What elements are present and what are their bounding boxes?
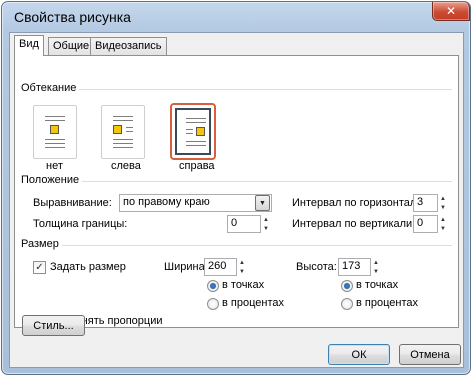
wrap-left-button[interactable] — [101, 105, 145, 159]
check-icon: ✓ — [35, 262, 44, 273]
spin-up-icon[interactable]: ▲ — [237, 258, 247, 267]
width-unit-percent-label: в процентах — [222, 297, 284, 309]
tab-panel: Обтекание нет слева справа Положение Выр… — [14, 55, 459, 328]
height-unit-percent-label: в процентах — [356, 297, 418, 309]
wrapping-group-label: Обтекание — [21, 82, 80, 94]
height-unit-points-radio[interactable] — [341, 280, 353, 292]
spin-down-icon[interactable]: ▼ — [237, 267, 247, 276]
border-width-label: Толщина границы: — [33, 218, 128, 230]
wrap-left-icon — [113, 116, 133, 148]
tab-vid[interactable]: Вид — [14, 35, 44, 56]
position-group-label: Положение — [21, 174, 83, 186]
hspace-spinner[interactable]: ▲ ▼ — [438, 194, 448, 212]
vspace-label: Интервал по вертикали: — [292, 218, 416, 230]
width-spinner[interactable]: ▲ ▼ — [237, 258, 247, 276]
alignment-label: Выравнивание: — [33, 197, 112, 209]
vspace-spinner[interactable]: ▲ ▼ — [438, 215, 448, 233]
spin-down-icon[interactable]: ▼ — [261, 224, 271, 233]
spin-up-icon[interactable]: ▲ — [371, 258, 381, 267]
height-spinner[interactable]: ▲ ▼ — [371, 258, 381, 276]
height-label: Высота: — [296, 261, 337, 273]
spin-down-icon[interactable]: ▼ — [438, 203, 448, 212]
border-width-input[interactable]: 0 — [227, 215, 261, 233]
wrap-right-icon — [186, 118, 206, 150]
spin-up-icon[interactable]: ▲ — [438, 215, 448, 224]
wrap-none-icon — [45, 116, 65, 148]
height-unit-points-label: в точках — [356, 279, 399, 291]
height-input[interactable]: 173 — [338, 258, 371, 276]
group-divider — [21, 245, 452, 246]
spin-down-icon[interactable]: ▼ — [371, 267, 381, 276]
group-divider — [21, 181, 452, 182]
selection-frame — [175, 108, 211, 155]
ok-button[interactable]: ОК — [328, 344, 390, 365]
vspace-input[interactable]: 0 — [413, 215, 438, 233]
chevron-down-icon[interactable]: ▼ — [255, 195, 270, 211]
wrap-right-button[interactable] — [170, 103, 216, 160]
size-group-label: Размер — [21, 238, 62, 250]
set-size-label: Задать размер — [50, 261, 126, 273]
dialog-client: Вид Общие Видеозапись Обтекание нет слев… — [9, 32, 464, 368]
wrap-left-label: слева — [111, 160, 141, 172]
width-unit-points-radio[interactable] — [207, 280, 219, 292]
alignment-select[interactable]: по правому краю — [119, 194, 272, 212]
height-unit-percent-radio[interactable] — [341, 298, 353, 310]
spin-up-icon[interactable]: ▲ — [438, 194, 448, 203]
dialog-title: Свойства рисунка — [14, 9, 131, 25]
spin-down-icon[interactable]: ▼ — [438, 224, 448, 233]
width-unit-points-label: в точках — [222, 279, 265, 291]
group-divider — [21, 89, 452, 90]
hspace-label: Интервал по горизонтали: — [292, 197, 426, 209]
wrap-none-label: нет — [46, 160, 63, 172]
width-unit-percent-radio[interactable] — [207, 298, 219, 310]
cancel-button[interactable]: Отмена — [399, 344, 461, 365]
close-icon: ✕ — [445, 4, 457, 18]
wrap-right-label: справа — [179, 160, 215, 172]
close-button[interactable]: ✕ — [432, 2, 470, 21]
style-button[interactable]: Стиль... — [22, 315, 85, 336]
width-label: Ширина: — [164, 261, 208, 273]
spin-up-icon[interactable]: ▲ — [261, 215, 271, 224]
tab-videozapis[interactable]: Видеозапись — [90, 37, 167, 55]
tab-obshie[interactable]: Общие — [48, 37, 95, 55]
wrap-none-button[interactable] — [33, 105, 77, 159]
hspace-input[interactable]: 3 — [413, 194, 438, 212]
set-size-checkbox[interactable]: ✓ — [33, 261, 46, 274]
dialog-window: Свойства рисунка ✕ Вид Общие Видеозапись… — [1, 1, 471, 375]
alignment-value: по правому краю — [123, 196, 210, 208]
width-input[interactable]: 260 — [204, 258, 237, 276]
border-width-spinner[interactable]: ▲ ▼ — [261, 215, 271, 233]
